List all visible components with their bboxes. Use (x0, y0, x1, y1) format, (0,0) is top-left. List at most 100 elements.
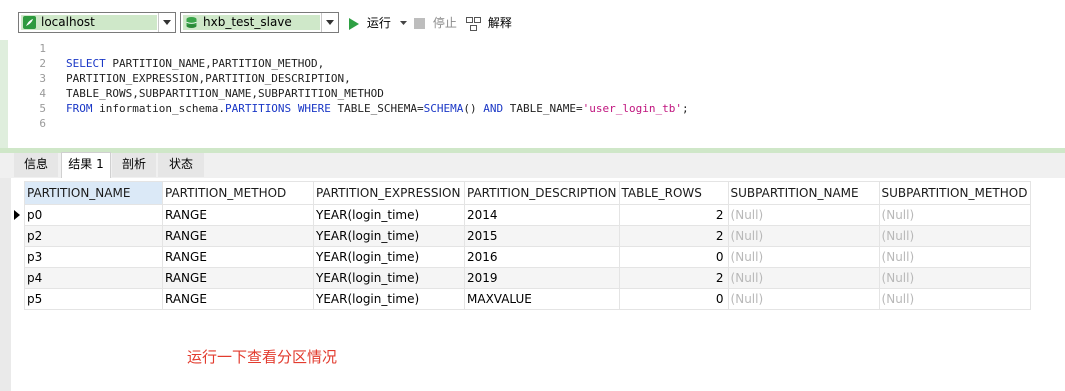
tab-profile[interactable]: 剖析 (112, 153, 156, 177)
tab-info[interactable]: 信息 (14, 153, 58, 177)
line-number: 2 (39, 57, 46, 70)
toolbar: localhost hxb_test_slave 运行 停止 解释 (0, 0, 1065, 40)
table-cell[interactable]: (Null) (727, 246, 880, 268)
table-cell[interactable]: YEAR(login_time) (313, 225, 465, 247)
table-cell[interactable]: YEAR(login_time) (313, 288, 465, 310)
table-cell[interactable]: YEAR(login_time) (313, 246, 465, 268)
column-header[interactable]: SUBPARTITION_NAME (727, 181, 880, 205)
table-cell[interactable]: 2019 (464, 267, 620, 289)
connection-select[interactable]: localhost (18, 12, 176, 33)
database-select-value: hxb_test_slave (203, 15, 292, 29)
connection-select-value: localhost (41, 15, 95, 29)
explain-icon (466, 16, 481, 31)
column-header[interactable]: PARTITION_DESCRIPTION (464, 181, 620, 205)
column-header[interactable]: SUBPARTITION_METHOD (878, 181, 1031, 205)
table-cell[interactable]: RANGE (162, 225, 314, 247)
table-cell[interactable]: (Null) (878, 246, 1031, 268)
table-cell[interactable]: p3 (24, 246, 163, 268)
table-row[interactable]: p4 RANGE YEAR(login_time) 2019 2 (Null) (Null) (24, 267, 1031, 289)
code-token: () (463, 102, 484, 115)
code-token: 'user_login_tb' (582, 102, 682, 115)
table-cell[interactable]: 2015 (464, 225, 620, 247)
table-cell[interactable]: YEAR(login_time) (313, 267, 465, 289)
code-token: FROM (66, 102, 93, 115)
stop-button[interactable]: 停止 (414, 14, 457, 32)
table-cell[interactable]: p2 (24, 225, 163, 247)
result-grid-area: PARTITION_NAME PARTITION_METHOD PARTITION_… (0, 178, 1065, 391)
code-token: WHERE (297, 102, 331, 115)
result-grid: PARTITION_NAME PARTITION_METHOD PARTITION_… (24, 181, 1031, 310)
line-number: 1 (39, 42, 46, 55)
result-tabs: 信息 结果 1 剖析 状态 (0, 152, 1065, 178)
table-cell[interactable]: 2 (618, 204, 729, 226)
code-token: ; (681, 102, 689, 115)
column-header[interactable]: PARTITION_METHOD (162, 181, 314, 205)
code-token: SELECT (66, 57, 106, 70)
table-cell[interactable]: (Null) (727, 204, 880, 226)
code-line: PARTITION_EXPRESSION,PARTITION_DESCRIPTI… (66, 72, 351, 86)
column-header[interactable]: PARTITION_NAME (24, 181, 163, 205)
line-number: 3 (39, 72, 46, 85)
table-cell[interactable]: (Null) (727, 267, 880, 289)
code-token: information_schema. (92, 102, 225, 115)
code-line: TABLE_ROWS,SUBPARTITION_NAME,SUBPARTITIO… (66, 87, 384, 101)
table-cell[interactable]: 2 (618, 267, 729, 289)
table-row[interactable]: p2 RANGE YEAR(login_time) 2015 2 (Null) (Null) (24, 225, 1031, 247)
table-cell[interactable]: YEAR(login_time) (313, 204, 465, 226)
database-select[interactable]: hxb_test_slave (180, 12, 339, 33)
run-button[interactable]: 运行 (349, 14, 407, 32)
editor-gutter (0, 40, 8, 148)
table-row[interactable]: p0 RANGE YEAR(login_time) 2014 2 (Null) (Null) (24, 204, 1031, 226)
table-cell[interactable]: 0 (618, 288, 729, 310)
code-token: TABLE_ROWS,SUBPARTITION_NAME,SUBPARTITIO… (66, 87, 384, 100)
play-icon (349, 17, 359, 30)
run-label: 运行 (366, 16, 391, 30)
table-cell[interactable]: (Null) (878, 267, 1031, 289)
table-cell[interactable]: (Null) (878, 225, 1031, 247)
table-cell[interactable]: RANGE (162, 267, 314, 289)
table-cell[interactable]: p5 (24, 288, 163, 310)
table-cell[interactable]: 2016 (464, 246, 620, 268)
code-token: PARTITION_NAME,PARTITION_METHOD, (105, 57, 325, 70)
table-cell[interactable]: 2 (618, 225, 729, 247)
column-header[interactable]: PARTITION_EXPRESSION (313, 181, 465, 205)
chevron-down-icon[interactable] (158, 13, 175, 32)
table-cell[interactable]: p0 (24, 204, 163, 226)
table-cell[interactable]: (Null) (878, 204, 1031, 226)
table-cell[interactable]: p4 (24, 267, 163, 289)
line-number: 4 (39, 87, 46, 100)
code-token: TABLE_NAME= (503, 102, 583, 115)
table-cell[interactable]: RANGE (162, 204, 314, 226)
table-cell[interactable]: (Null) (727, 225, 880, 247)
table-cell[interactable]: RANGE (162, 246, 314, 268)
tab-result-1[interactable]: 结果 1 (61, 152, 111, 178)
line-number: 6 (39, 117, 46, 130)
current-row-indicator-icon (14, 210, 20, 220)
code-line: SELECT PARTITION_NAME,PARTITION_METHOD, (66, 57, 324, 71)
chevron-down-icon[interactable] (399, 21, 407, 26)
chevron-down-icon[interactable] (321, 13, 338, 32)
connection-icon (23, 16, 36, 29)
explain-label: 解释 (487, 16, 512, 30)
code-token: SCHEMA (423, 102, 464, 115)
table-cell[interactable]: 2014 (464, 204, 620, 226)
line-number: 5 (39, 102, 46, 115)
table-cell[interactable]: (Null) (727, 288, 880, 310)
table-cell[interactable]: RANGE (162, 288, 314, 310)
table-cell[interactable]: (Null) (878, 288, 1031, 310)
stop-icon (414, 18, 425, 29)
code-token: PARTITIONS (224, 102, 292, 115)
explain-button[interactable]: 解释 (466, 14, 512, 32)
code-line: FROM information_schema.PARTITIONS WHERE… (66, 102, 689, 116)
sql-editor[interactable]: 1 2 3 4 5 6 SELECT PARTITION_NAME,PARTITION_M… (0, 40, 1065, 148)
table-row[interactable]: p5 RANGE YEAR(login_time) MAXVALUE 0 (Null) (N… (24, 288, 1031, 310)
annotation-note: 运行一下查看分区情况 (187, 348, 338, 366)
table-cell[interactable]: MAXVALUE (464, 288, 620, 310)
table-row[interactable]: p3 RANGE YEAR(login_time) 2016 0 (Null) (Null) (24, 246, 1031, 268)
database-icon (186, 17, 197, 28)
column-header[interactable]: TABLE_ROWS (618, 181, 729, 205)
tab-status[interactable]: 状态 (158, 153, 204, 177)
table-cell[interactable]: 0 (618, 246, 729, 268)
code-token: PARTITION_EXPRESSION,PARTITION_DESCRIPTI… (66, 72, 351, 85)
